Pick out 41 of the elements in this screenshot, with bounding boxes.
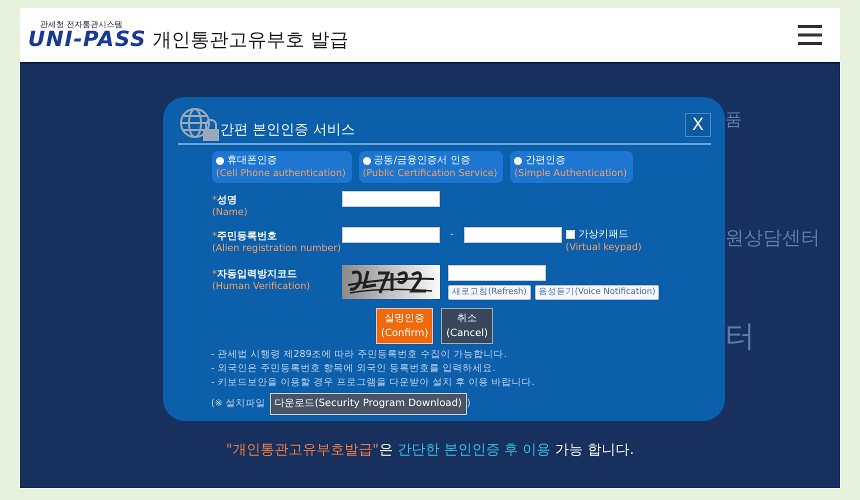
required-mark: * — [212, 231, 217, 242]
auth-method-option[interactable]: 휴대폰인증 (Cell Phone authentication) — [212, 151, 352, 183]
field-label: 자동입력방지코드 — [217, 269, 297, 280]
globe-lock-icon — [178, 107, 220, 141]
keypad-label-english: (Virtual keypad) — [566, 242, 642, 254]
auth-method-option[interactable]: 공동/금융인증서 인증 (Public Certification Service) — [358, 151, 504, 183]
captcha-button[interactable]: 새로고침(Refresh) — [448, 285, 531, 300]
keypad-label: 가상키패드 — [578, 228, 629, 242]
required-mark: * — [212, 195, 217, 206]
dialog-title: 간편 본인인증 서비스 — [220, 121, 355, 140]
notice-text: - 외국인은 주민등록번호 항목에 외국인 등록번호를 입력하세요. — [211, 362, 497, 376]
registration-input[interactable] — [464, 227, 562, 243]
background-text: 품 — [725, 109, 742, 132]
field-label: 성명 — [217, 195, 237, 206]
notice-text: - 키보드보안을 이용할 경우 프로그램을 다운받아 설치 후 이용 바랍니다. — [211, 376, 536, 390]
background-text: 터 — [725, 318, 755, 356]
field-label: 주민등록번호 — [217, 231, 277, 242]
notice-text: - 관세법 시행령 제289조에 따라 주민등록번호 수집이 가능합니다. — [211, 348, 508, 362]
download-prefix: (※ 설치파일 — [211, 397, 266, 411]
close-button[interactable]: X — [685, 113, 711, 137]
captcha-button[interactable]: 음성듣기(Voice Notification) — [534, 285, 660, 300]
name-input[interactable] — [342, 191, 440, 207]
field-label-english: (Name) — [212, 207, 248, 219]
captcha-input[interactable] — [448, 265, 546, 281]
menu-icon[interactable] — [798, 25, 822, 45]
keypad-checkbox[interactable] — [566, 230, 575, 239]
field-label-english: (Human Verification) — [212, 281, 312, 293]
logo-caption: 관세청 전자통관시스템 — [40, 20, 124, 28]
page-title: 개인통관고유부호 발급 — [152, 28, 348, 53]
auth-method-option[interactable]: 간편인증 (Simple Authentication) — [510, 151, 633, 183]
service-note: "개인통관고유부호발급"은 간단한 본인인증 후 이용 가능 합니다. — [224, 441, 636, 460]
separator: - — [450, 228, 454, 242]
download-button[interactable]: 다운로드(Security Program Download) — [270, 393, 467, 415]
download-suffix: ) — [466, 397, 471, 411]
required-mark: * — [212, 269, 217, 280]
background-text: 원상담센터 — [725, 226, 820, 251]
confirm-button[interactable]: 실명인증 (Confirm) — [376, 308, 434, 344]
cancel-button[interactable]: 취소 (Cancel) — [441, 308, 493, 344]
field-label-english: (Alien registration number) — [212, 243, 342, 255]
logo[interactable]: UNI-PASS — [28, 28, 146, 50]
registration-input[interactable] — [342, 227, 440, 243]
